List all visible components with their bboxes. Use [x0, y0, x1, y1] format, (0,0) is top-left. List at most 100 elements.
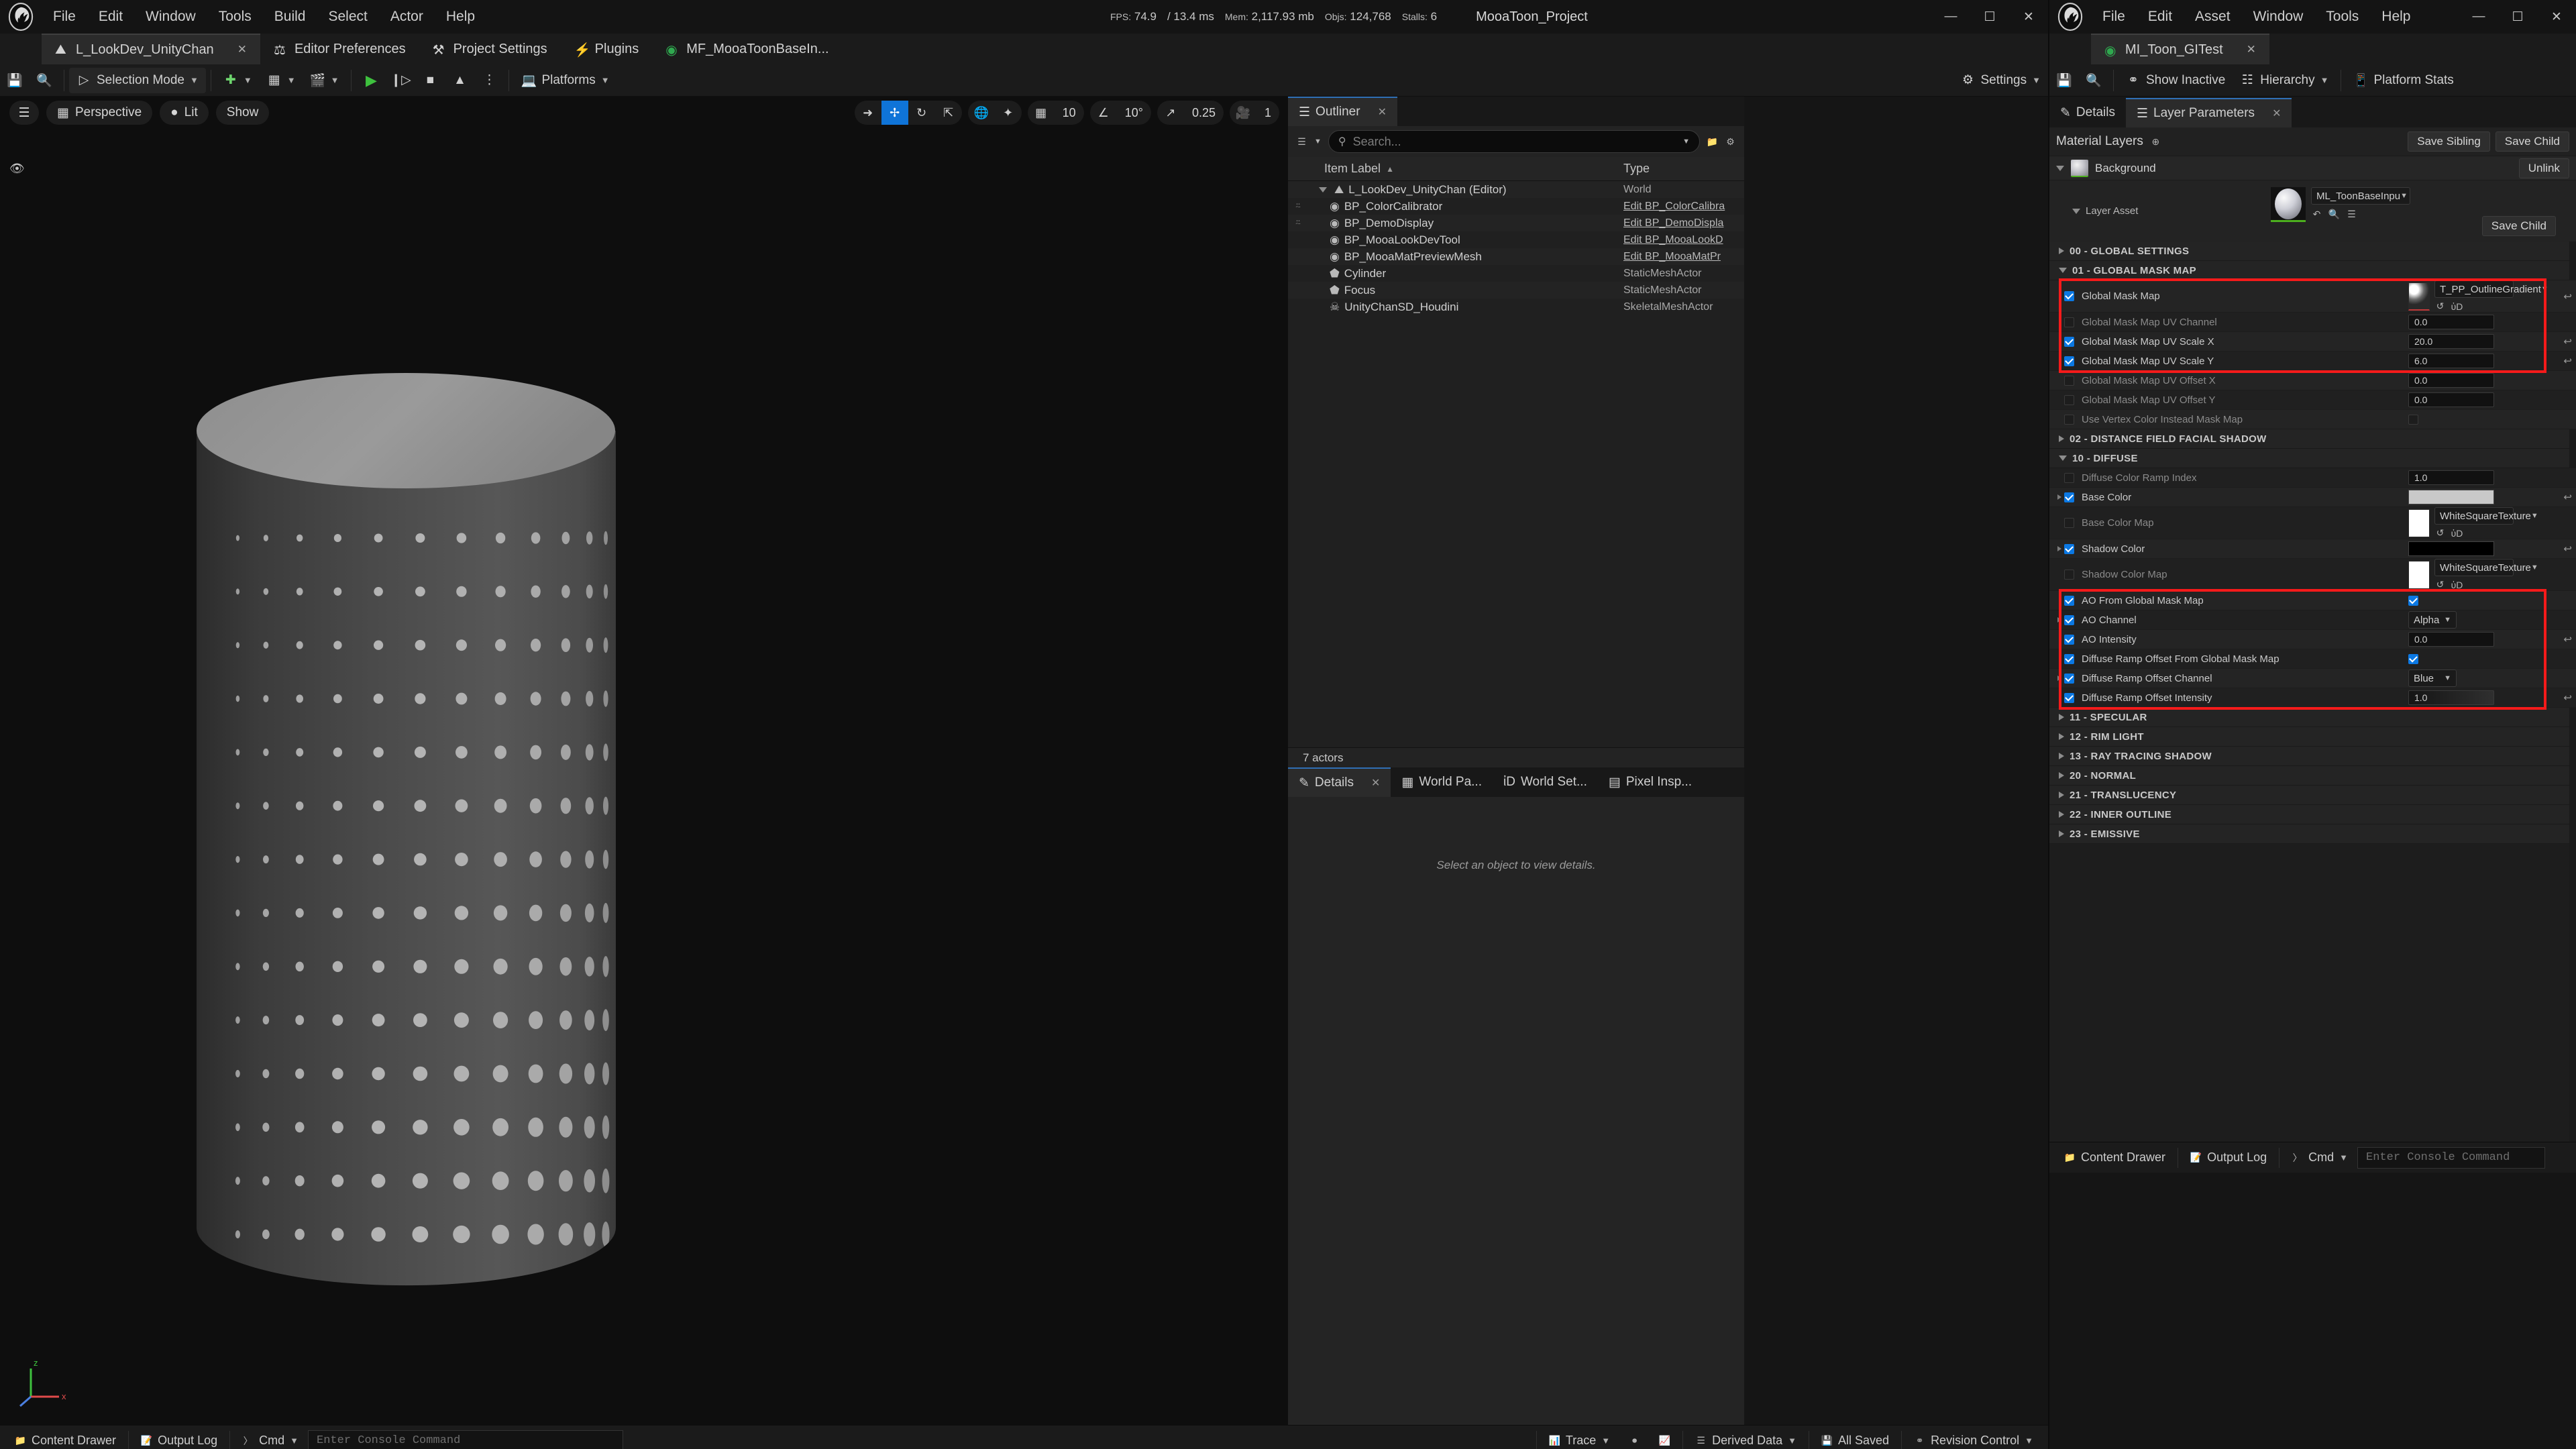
- menu-item-build[interactable]: Build: [263, 6, 317, 28]
- param-enable-checkbox[interactable]: [2064, 543, 2074, 554]
- param-row[interactable]: Global Mask Map UV Scale Y 6.0 ↩: [2049, 352, 2576, 371]
- param-reset-icon[interactable]: ↩: [2563, 335, 2572, 347]
- level-viewport[interactable]: ☰ ▦ Perspective ● Lit Show ➜ ✢ ↻ ⇱ 🌐 ✦ ▦…: [0, 97, 1288, 1425]
- param-number-input[interactable]: 1.0: [2408, 690, 2494, 705]
- settings-button[interactable]: ⚙ Settings ▼: [1953, 68, 2048, 93]
- show-inactive-button[interactable]: ⚭ Show Inactive: [2118, 68, 2233, 93]
- param-reset-icon[interactable]: ↩: [2563, 355, 2572, 367]
- reset-icon[interactable]: ↺: [2434, 579, 2446, 590]
- param-color-swatch[interactable]: [2408, 490, 2494, 504]
- layer-save-child-button[interactable]: Save Child: [2481, 216, 2556, 236]
- scale-snap-icon[interactable]: ↗: [1157, 101, 1184, 125]
- select-tool-icon[interactable]: ➜: [855, 101, 881, 125]
- main-menubar[interactable]: File Edit Window Tools Build Select Actor Help: [42, 6, 486, 28]
- section-sec0[interactable]: 00 - GLOBAL SETTINGS: [2049, 241, 2576, 261]
- second-asset-tab-strip[interactable]: ◉ MI_Toon_GITest ✕: [2049, 34, 2576, 64]
- maximize-button[interactable]: ☐: [2498, 0, 2537, 34]
- param-row[interactable]: Use Vertex Color Instead Mask Map: [2049, 410, 2576, 429]
- param-expander[interactable]: [2049, 546, 2061, 551]
- menu-item-edit[interactable]: Edit: [87, 6, 134, 28]
- param-enable-checkbox[interactable]: [2064, 634, 2074, 645]
- second-menu-item-help[interactable]: Help: [2370, 6, 2422, 28]
- chevron-right-icon[interactable]: [2059, 435, 2064, 442]
- scale-tool-icon[interactable]: ⇱: [935, 101, 962, 125]
- layer-asset-combo[interactable]: ML_ToonBaseInpu ▼: [2311, 187, 2410, 205]
- chevron-right-icon[interactable]: [2059, 248, 2064, 254]
- selection-mode-button[interactable]: ▷ Selection Mode ▼: [69, 67, 206, 93]
- show-menu-button[interactable]: Show: [215, 101, 270, 125]
- close-icon[interactable]: ✕: [1378, 105, 1387, 119]
- param-bool-checkbox[interactable]: [2408, 653, 2418, 664]
- play-icon[interactable]: ▶: [356, 68, 386, 93]
- param-number-input[interactable]: 20.0: [2408, 334, 2494, 349]
- chevron-down-icon[interactable]: [2072, 208, 2080, 214]
- angle-snap-icon[interactable]: ∠: [1090, 101, 1117, 125]
- param-number-input[interactable]: 0.0: [2408, 392, 2494, 407]
- outliner-tree[interactable]: ⛰ L_LookDev_UnityChan (Editor) World ⍨ ◉ BP_C…: [1288, 181, 1744, 747]
- param-enum-dropdown[interactable]: Blue ▼: [2408, 669, 2457, 687]
- outliner-row-type[interactable]: Edit BP_MooaMatPr: [1623, 251, 1744, 263]
- param-row[interactable]: Global Mask Map T_PP_OutlineGradient ▼ ↺ ὐD ↩: [2049, 280, 2576, 313]
- section-sec21[interactable]: 21 - TRANSLUCENCY: [2049, 786, 2576, 805]
- maximize-button[interactable]: ☐: [1970, 0, 2009, 34]
- param-enable-checkbox[interactable]: [2064, 414, 2074, 425]
- filter-icon[interactable]: ☰: [1296, 136, 1307, 148]
- tab-worldpa[interactable]: ▦ World Pa...: [1391, 767, 1493, 797]
- chevron-right-icon[interactable]: [2059, 753, 2064, 759]
- tab-worldset[interactable]: ἰD World Set...: [1493, 767, 1598, 797]
- reset-icon[interactable]: ↶: [2311, 209, 2322, 220]
- output-log-button[interactable]: 📝 Output Log: [131, 1430, 227, 1449]
- close-button[interactable]: ✕: [2009, 0, 2048, 34]
- param-reset-icon[interactable]: ↩: [2563, 543, 2572, 555]
- section-sec12[interactable]: 12 - RIM LIGHT: [2049, 727, 2576, 747]
- menu-item-tools[interactable]: Tools: [207, 6, 263, 28]
- chevron-down-icon[interactable]: [2059, 268, 2067, 273]
- param-row[interactable]: Diffuse Ramp Offset Intensity 1.0 ↩: [2049, 688, 2576, 708]
- param-enable-checkbox[interactable]: [2064, 317, 2074, 327]
- browse-content-icon[interactable]: 🔍: [2079, 68, 2108, 93]
- scale-snap-value[interactable]: 0.25: [1184, 101, 1224, 125]
- param-row[interactable]: Base Color ↩: [2049, 488, 2576, 507]
- chevron-right-icon[interactable]: [2059, 792, 2064, 798]
- chevron-right-icon[interactable]: [2059, 830, 2064, 837]
- param-texture-thumbnail[interactable]: [2408, 508, 2430, 537]
- add-actor-icon[interactable]: ✚ ▼: [216, 68, 260, 93]
- console-command-input[interactable]: Enter Console Command: [308, 1430, 624, 1449]
- all-saved-button[interactable]: 💾 All Saved: [1812, 1430, 1898, 1449]
- param-expander[interactable]: [2049, 676, 2061, 681]
- chevron-right-icon[interactable]: [2057, 617, 2061, 623]
- param-enable-checkbox[interactable]: [2064, 692, 2074, 703]
- second-menu-item-asset[interactable]: Asset: [2184, 6, 2242, 28]
- param-enable-checkbox[interactable]: [2064, 614, 2074, 625]
- param-enable-checkbox[interactable]: [2064, 595, 2074, 606]
- menu-item-select[interactable]: Select: [317, 6, 378, 28]
- column-item-label[interactable]: 👁 Item Label ▲: [9, 162, 1623, 176]
- new-folder-icon[interactable]: 📁: [1707, 136, 1718, 148]
- filter-icon[interactable]: ☰: [2346, 209, 2357, 220]
- unlink-button[interactable]: Unlink: [2518, 158, 2569, 178]
- gear-icon[interactable]: ⚙: [1725, 136, 1736, 148]
- param-texture-dropdown[interactable]: WhiteSquareTexture ▼: [2434, 559, 2538, 576]
- outliner-row-type[interactable]: Edit BP_MooaLookD: [1623, 234, 1744, 246]
- chevron-down-icon[interactable]: [2056, 165, 2064, 171]
- viewport-menu-icon[interactable]: ☰: [9, 101, 39, 125]
- param-number-input[interactable]: 0.0: [2408, 373, 2494, 388]
- param-enum-dropdown[interactable]: Alpha ▼: [2408, 611, 2457, 629]
- param-expander[interactable]: [2049, 494, 2061, 500]
- content-drawer-button[interactable]: 📁 Content Drawer: [5, 1430, 125, 1449]
- close-icon[interactable]: ✕: [2247, 43, 2256, 56]
- param-row[interactable]: AO Intensity 0.0 ↩: [2049, 630, 2576, 649]
- more-options-icon[interactable]: ⋮: [474, 68, 504, 93]
- platform-stats-button[interactable]: 📱 Platform Stats: [2346, 68, 2461, 93]
- search-history-chevron-icon[interactable]: ▼: [1682, 138, 1690, 146]
- param-row[interactable]: Global Mask Map UV Offset X 0.0: [2049, 371, 2576, 390]
- param-number-input[interactable]: 0.0: [2408, 315, 2494, 329]
- save-icon[interactable]: 💾: [2049, 68, 2079, 93]
- content-drawer-button[interactable]: 📁 Content Drawer: [2055, 1146, 2175, 1169]
- move-tool-icon[interactable]: ✢: [881, 101, 908, 125]
- outliner-row[interactable]: ☠ UnityChanSD_Houdini SkeletalMeshActor: [1288, 299, 1744, 315]
- eye-hidden-icon[interactable]: ⍨: [1288, 201, 1308, 212]
- param-reset-icon[interactable]: ↩: [2563, 692, 2572, 704]
- outliner-row[interactable]: ⬟ Cylinder StaticMeshActor: [1288, 265, 1744, 282]
- tab-pixelinsp[interactable]: ▤ Pixel Insp...: [1598, 767, 1703, 797]
